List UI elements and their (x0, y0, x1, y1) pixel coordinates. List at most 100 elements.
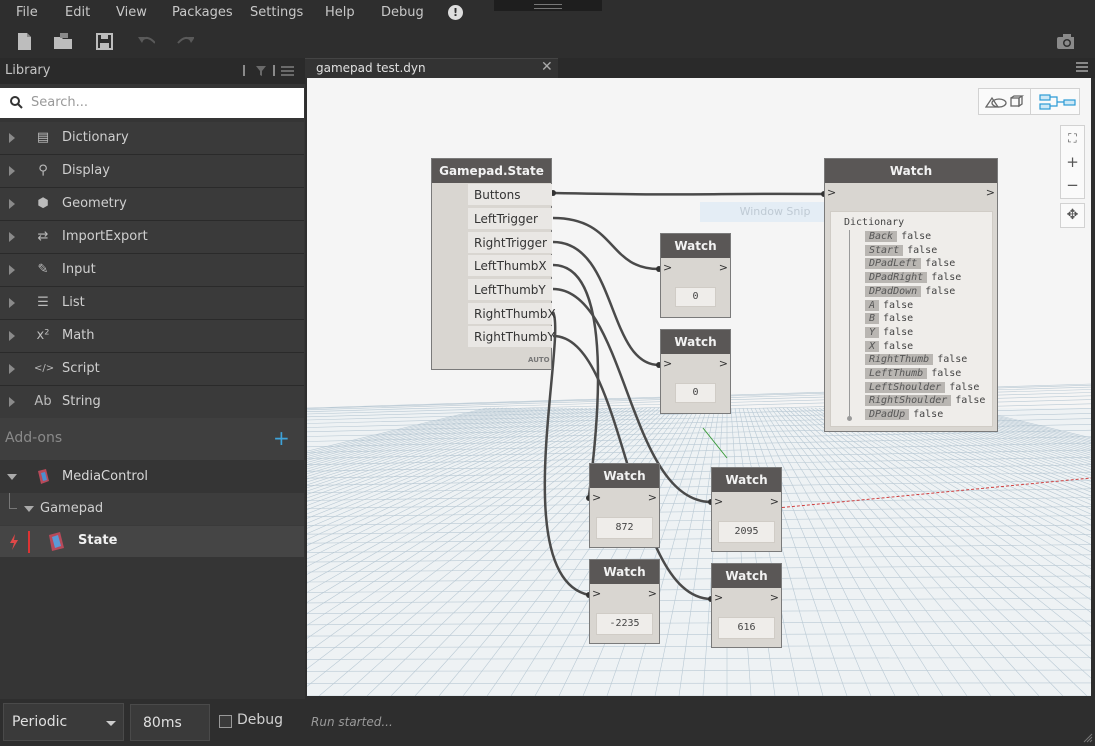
watch-node[interactable]: Watch > > -2235 (589, 559, 660, 644)
expand-arrow-icon[interactable] (9, 199, 15, 209)
menu-view[interactable]: View (116, 5, 147, 20)
expand-arrow-icon[interactable] (9, 232, 15, 242)
save-icon[interactable] (96, 33, 114, 50)
addon-gamepad-group[interactable]: Gamepad (0, 493, 304, 525)
output-port-leftthumbx[interactable]: LeftThumbX (468, 255, 552, 277)
wire-righttrigger (552, 240, 660, 367)
watch-node[interactable]: Watch > > 616 (711, 563, 782, 648)
output-port[interactable]: > (765, 495, 779, 513)
expand-arrow-icon[interactable] (9, 298, 15, 308)
expand-arrow-icon[interactable] (9, 166, 15, 176)
watch-node[interactable]: Watch > > 872 (589, 463, 660, 548)
output-port-rightthumby[interactable]: RightThumbY (468, 326, 555, 348)
zoom-fit-icon[interactable]: ⛶ (1061, 126, 1084, 150)
view-toggle[interactable] (978, 88, 1080, 115)
input-port[interactable]: > (663, 261, 677, 279)
output-port[interactable]: > (643, 491, 657, 509)
dictionary-watch-node[interactable]: Watch > > Dictionary Back false Start false… (824, 158, 998, 432)
dictionary-entry: LeftThumb false (865, 368, 961, 379)
input-port[interactable]: > (714, 591, 728, 609)
output-port[interactable]: > (981, 186, 995, 204)
category-math[interactable]: x² Math (0, 320, 304, 353)
output-port-rightthumbx[interactable]: RightThumbX (468, 303, 556, 325)
tab-gamepad-test[interactable]: gamepad test.dyn ✕ (305, 58, 558, 78)
geometry-view-icon[interactable] (985, 95, 1025, 109)
graph-view-icon[interactable] (1039, 94, 1077, 110)
dictionary-entry: RightShoulder false (865, 395, 985, 407)
node-title: Watch (712, 564, 781, 588)
category-script[interactable]: </> Script (0, 353, 304, 386)
output-port[interactable]: > (765, 591, 779, 609)
collapse-arrow-icon[interactable] (24, 506, 34, 512)
dictionary-key: Y (865, 326, 880, 338)
library-title: Library (5, 63, 51, 78)
debug-checkbox[interactable] (219, 715, 232, 728)
expand-arrow-icon[interactable] (9, 265, 15, 275)
pan-icon[interactable]: ✥ (1060, 203, 1085, 228)
category-list[interactable]: ☰ List (0, 287, 304, 320)
dictionary-key: Start (865, 244, 904, 256)
dictionary-value: false (925, 285, 956, 297)
dictionary-key: Back (865, 231, 898, 242)
input-port[interactable]: > (827, 186, 841, 204)
open-folder-icon[interactable] (54, 33, 72, 50)
title-drag-grip[interactable] (494, 0, 602, 11)
expand-arrow-icon[interactable] (9, 331, 15, 341)
category-display[interactable]: ⚲ Display (0, 155, 304, 188)
undo-icon[interactable] (137, 33, 155, 50)
output-port-lefttrigger[interactable]: LeftTrigger (468, 208, 552, 230)
category-dictionary[interactable]: ▤ Dictionary (0, 122, 304, 155)
library-search[interactable]: Search... (0, 88, 304, 118)
library-header-icons (243, 65, 294, 76)
menu-file[interactable]: File (16, 5, 38, 20)
category-importexport[interactable]: ⇄ ImportExport (0, 221, 304, 254)
output-port-leftthumby[interactable]: LeftThumbY (468, 279, 552, 301)
output-port-righttrigger[interactable]: RightTrigger (468, 232, 552, 254)
camera-icon[interactable] (1056, 33, 1074, 50)
tree-end-dot (847, 416, 852, 421)
menu-edit[interactable]: Edit (65, 5, 90, 20)
input-port[interactable]: > (592, 491, 606, 509)
watch-node[interactable]: Watch > > 0 (660, 233, 731, 318)
node-title: Watch (825, 159, 997, 183)
zoom-out-icon[interactable]: − (1061, 174, 1084, 198)
category-geometry[interactable]: ⬢ Geometry (0, 188, 304, 221)
close-icon[interactable]: ✕ (541, 59, 553, 75)
menu-packages[interactable]: Packages (172, 5, 233, 20)
watch-node[interactable]: Watch > > 2095 (711, 467, 782, 552)
tab-menu-icon[interactable] (1076, 62, 1088, 73)
gamepad-state-node[interactable]: Gamepad.State Buttons LeftTrigger RightT… (431, 158, 556, 370)
expand-arrow-icon[interactable] (9, 133, 15, 143)
watch-value: 0 (675, 383, 716, 403)
watch-node[interactable]: Watch > > 0 (660, 329, 731, 414)
zoom-in-icon[interactable]: + (1061, 150, 1084, 174)
addon-mediacontrol[interactable]: MediaControl (0, 460, 304, 493)
run-interval-input[interactable]: 80ms (130, 704, 210, 741)
add-package-icon[interactable]: + (273, 426, 290, 450)
notification-alert-icon[interactable]: ! (448, 5, 463, 20)
addon-node-label: State (78, 533, 118, 548)
category-input[interactable]: ✎ Input (0, 254, 304, 287)
output-port[interactable]: > (643, 587, 657, 605)
input-port[interactable]: > (592, 587, 606, 605)
menu-help[interactable]: Help (325, 5, 355, 20)
redo-icon[interactable] (176, 33, 194, 50)
dictionary-entry: RightThumb false (865, 354, 967, 366)
new-file-icon[interactable] (16, 33, 34, 50)
menu-debug[interactable]: Debug (381, 5, 424, 20)
resize-grip-icon[interactable] (1083, 733, 1093, 743)
addon-node-state[interactable]: State (0, 525, 304, 557)
output-port[interactable]: > (714, 357, 728, 375)
collapse-arrow-icon[interactable] (7, 474, 17, 480)
input-port[interactable]: > (714, 495, 728, 513)
category-string[interactable]: Ab String (0, 386, 304, 419)
output-port-buttons[interactable]: Buttons (468, 184, 552, 206)
run-mode-dropdown[interactable]: Periodic (3, 703, 124, 741)
expand-arrow-icon[interactable] (9, 397, 15, 407)
input-port[interactable]: > (663, 357, 677, 375)
menu-settings[interactable]: Settings (250, 5, 303, 20)
output-port[interactable]: > (714, 261, 728, 279)
graph-canvas[interactable]: Window Snip Gamepad.State Buttons LeftTr… (307, 78, 1091, 696)
list-view-icon (281, 66, 294, 68)
expand-arrow-icon[interactable] (9, 364, 15, 374)
